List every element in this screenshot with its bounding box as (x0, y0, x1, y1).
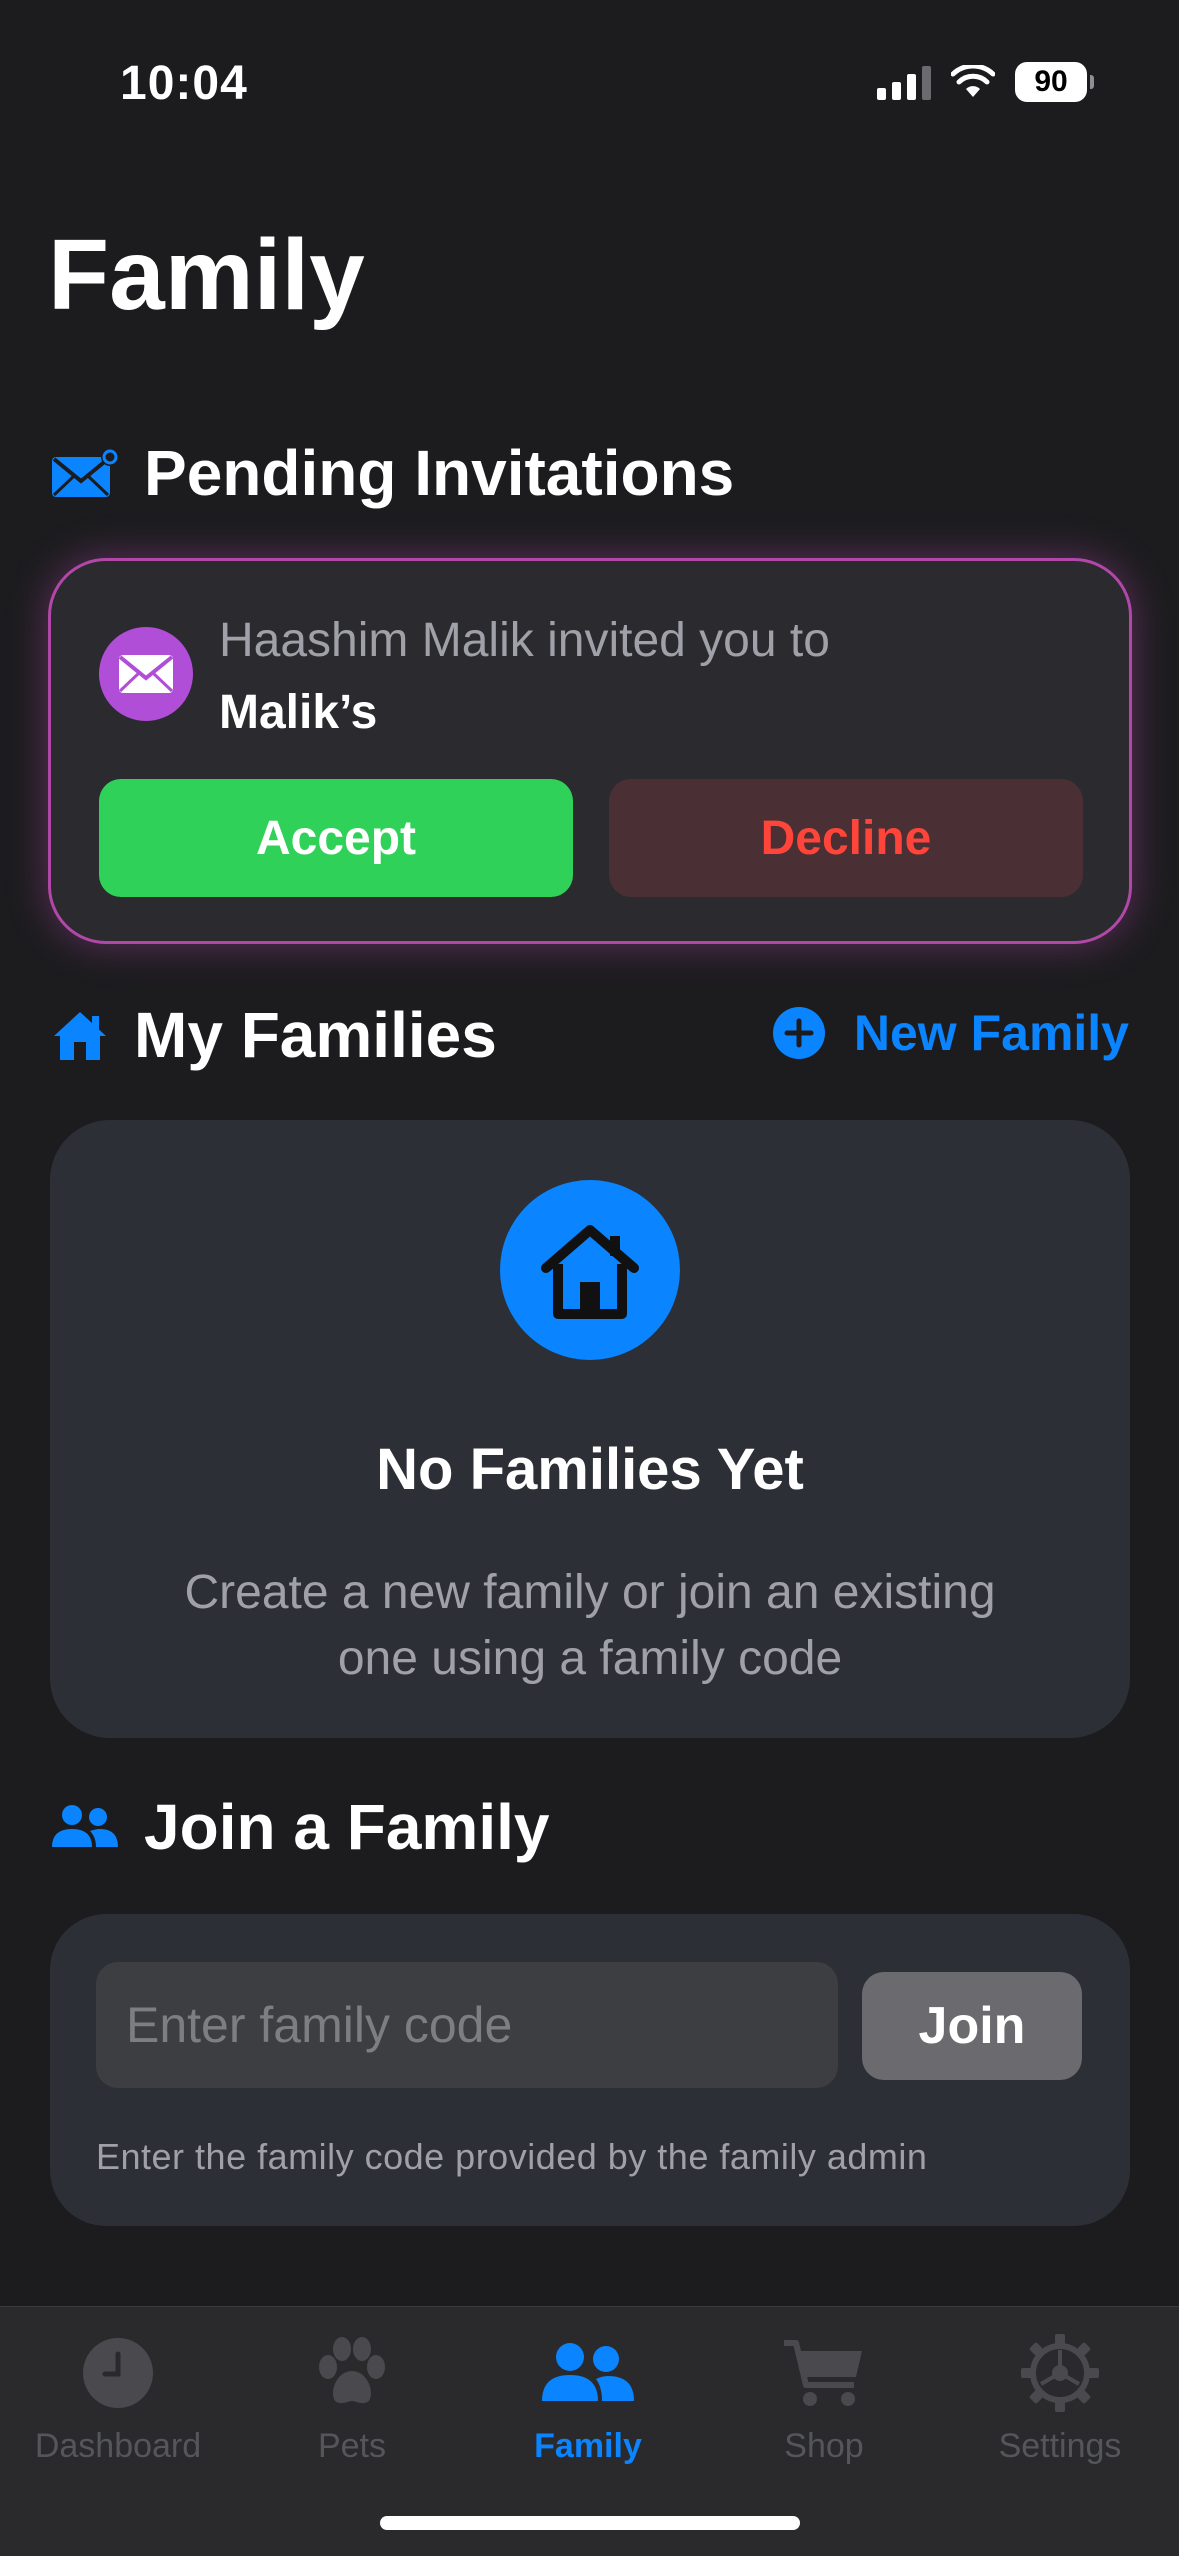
house-icon (541, 1225, 639, 1319)
decline-button[interactable]: Decline (609, 779, 1083, 897)
tab-label: Dashboard (34, 2427, 202, 2465)
empty-state-title: No Families Yet (376, 1437, 804, 1502)
people-icon (542, 2343, 634, 2401)
new-family-label: New Family (853, 1005, 1129, 1061)
people-icon (52, 1805, 118, 1847)
tab-dashboard[interactable]: Dashboard (0, 2325, 236, 2485)
pending-invitations-header: Pending Invitations (50, 436, 734, 510)
tab-label: Family (534, 2427, 642, 2465)
invitation-card: Haashim Malik invited you to Malik’s Acc… (48, 558, 1132, 944)
plus-circle-icon (772, 1007, 825, 1059)
home-indicator[interactable] (380, 2516, 800, 2530)
family-code-input[interactable] (96, 1962, 838, 2088)
invitation-avatar (99, 627, 193, 721)
cellular-signal-icon (877, 64, 931, 100)
section-title: Join a Family (144, 1791, 550, 1863)
tab-family[interactable]: Family (470, 2325, 706, 2485)
status-icons: 90 (877, 62, 1094, 102)
new-family-button[interactable]: New Family (772, 1004, 1129, 1062)
tab-shop[interactable]: Shop (706, 2325, 942, 2485)
empty-state-badge (500, 1180, 680, 1360)
accept-button[interactable]: Accept (99, 779, 573, 897)
paw-icon (319, 2337, 385, 2404)
house-icon (54, 1012, 106, 1060)
page-title: Family (48, 219, 365, 331)
join-family-card: Join Enter the family code provided by t… (50, 1914, 1130, 2226)
empty-families-card: No Families Yet Create a new family or j… (50, 1120, 1130, 1738)
invitation-family-name: Malik’s (219, 686, 378, 739)
family-screen: 10:04 90 Family Pending Invitations Haas… (0, 0, 1179, 2556)
tab-label: Settings (998, 2427, 1122, 2465)
cart-icon (784, 2340, 862, 2406)
clock-icon (83, 2338, 153, 2408)
join-hint-text: Enter the family code provided by the fa… (96, 2136, 928, 2177)
invitation-message: Haashim Malik invited you to (219, 614, 830, 667)
tab-label: Pets (317, 2427, 387, 2465)
section-title: Pending Invitations (144, 437, 735, 509)
envelope-icon (118, 655, 174, 693)
envelope-badge-icon (52, 448, 119, 497)
empty-state-description: Create a new family or join an existing … (184, 1566, 996, 1685)
tab-label: Shop (784, 2427, 864, 2465)
tab-settings[interactable]: Settings (942, 2325, 1178, 2485)
wifi-icon (951, 65, 995, 97)
battery-indicator: 90 (1015, 62, 1094, 102)
section-title: My Families (134, 999, 497, 1071)
gear-icon (1021, 2334, 1099, 2412)
join-button[interactable]: Join (862, 1972, 1082, 2080)
tab-pets[interactable]: Pets (234, 2325, 470, 2485)
my-families-header: My Families (50, 998, 497, 1072)
join-family-header: Join a Family (50, 1790, 549, 1864)
status-time: 10:04 (120, 57, 248, 110)
